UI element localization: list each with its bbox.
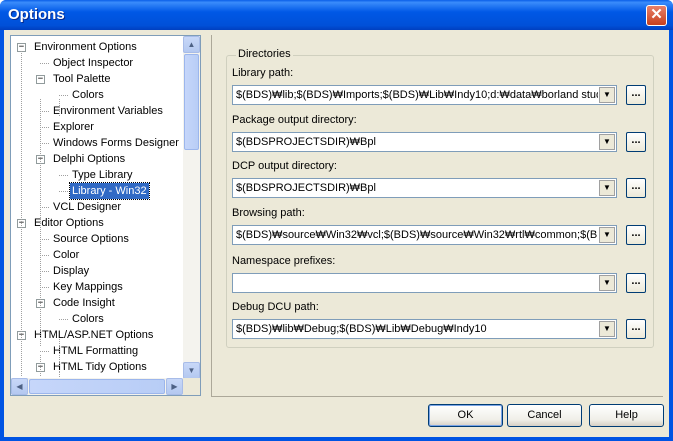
debug-dcu-label: Debug DCU path: bbox=[232, 301, 319, 313]
browsing-path-browse-button[interactable]: ... bbox=[626, 225, 646, 245]
tree-item[interactable]: VCL Designer bbox=[51, 199, 123, 215]
namespace-prefixes-label: Namespace prefixes: bbox=[232, 255, 336, 267]
chevron-down-icon[interactable]: ▼ bbox=[599, 87, 615, 103]
horizontal-scroll-thumb[interactable] bbox=[29, 379, 165, 394]
tree-item[interactable]: Delphi Options bbox=[51, 151, 127, 167]
tree-guide-line bbox=[40, 99, 41, 236]
tree-connector-line bbox=[40, 287, 49, 288]
tree-item[interactable]: Color bbox=[51, 247, 81, 263]
tree-connector-line bbox=[59, 95, 68, 96]
tree-item[interactable]: Tool Palette bbox=[51, 71, 112, 87]
tree-item[interactable]: Display bbox=[51, 263, 91, 279]
directories-group-label: Directories bbox=[236, 48, 293, 60]
debug-dcu-combo[interactable]: $(BDS)₩lib₩Debug;$(BDS)₩Lib₩Debug₩Indy10… bbox=[232, 319, 617, 339]
tree-item[interactable]: Colors bbox=[70, 311, 106, 327]
tree-connector-line bbox=[40, 255, 49, 256]
scroll-right-button[interactable]: ▶ bbox=[166, 378, 183, 395]
library-path-label: Library path: bbox=[232, 67, 294, 79]
tree-connector-line bbox=[59, 319, 68, 320]
scroll-left-button[interactable]: ◀ bbox=[11, 378, 28, 395]
tree-connector-line bbox=[59, 191, 68, 192]
tree-connector-line bbox=[59, 175, 68, 176]
tree-horizontal-scrollbar[interactable]: ◀ ▶ bbox=[11, 378, 183, 395]
ok-button[interactable]: OK bbox=[428, 404, 503, 427]
dcp-output-value[interactable]: $(BDSPROJECTSDIR)₩Bpl bbox=[236, 182, 598, 196]
tree-item[interactable]: Environment Options bbox=[32, 39, 139, 55]
namespace-prefixes-browse-button[interactable]: ... bbox=[626, 273, 646, 293]
tree-item[interactable]: Environment Variables bbox=[51, 103, 165, 119]
chevron-down-icon[interactable]: ▼ bbox=[599, 275, 615, 291]
tree-guide-line bbox=[59, 99, 60, 116]
chevron-down-icon[interactable]: ▼ bbox=[599, 321, 615, 337]
close-button[interactable]: ✕ bbox=[646, 5, 667, 26]
tree-item[interactable]: HTML/ASP.NET Options bbox=[32, 327, 155, 343]
tree-content: − Environment Options Object Inspector − Too… bbox=[11, 36, 183, 379]
tree-guide-line bbox=[40, 355, 41, 376]
package-output-combo[interactable]: $(BDSPROJECTSDIR)₩Bpl ▼ bbox=[232, 132, 617, 152]
debug-dcu-value[interactable]: $(BDS)₩lib₩Debug;$(BDS)₩Lib₩Debug₩Indy10 bbox=[236, 323, 598, 337]
tree-connector-line bbox=[40, 63, 49, 64]
dcp-output-label: DCP output directory: bbox=[232, 160, 337, 172]
title-bar: Options ✕ bbox=[0, 0, 673, 30]
dcp-output-combo[interactable]: $(BDSPROJECTSDIR)₩Bpl ▼ bbox=[232, 178, 617, 198]
browsing-path-label: Browsing path: bbox=[232, 207, 305, 219]
tree-item[interactable]: Object Inspector bbox=[51, 55, 135, 71]
tree-guide-line bbox=[21, 51, 22, 376]
namespace-prefixes-value[interactable] bbox=[236, 277, 598, 291]
tree-item[interactable]: Source Options bbox=[51, 231, 131, 247]
tree-item[interactable]: Type Library bbox=[70, 167, 135, 183]
help-button[interactable]: Help bbox=[589, 404, 664, 427]
dialog-title: Options bbox=[8, 6, 65, 23]
tree-guide-line bbox=[40, 227, 41, 346]
chevron-down-icon[interactable]: ▼ bbox=[599, 227, 615, 243]
tree-connector-line bbox=[40, 111, 49, 112]
package-output-label: Package output directory: bbox=[232, 114, 357, 126]
tree-item[interactable]: HTML Tidy Options bbox=[51, 359, 149, 375]
tree-item[interactable]: Editor Options bbox=[32, 215, 106, 231]
library-path-combo[interactable]: $(BDS)₩lib;$(BDS)₩Imports;$(BDS)₩Lib₩Ind… bbox=[232, 85, 617, 105]
tree-guide-line bbox=[59, 339, 60, 366]
tree-item[interactable]: Colors bbox=[70, 87, 106, 103]
chevron-down-icon[interactable]: ▼ bbox=[599, 180, 615, 196]
library-settings-panel: Directories Library path: $(BDS)₩lib;$(B… bbox=[211, 35, 663, 396]
scroll-up-button[interactable]: ▲ bbox=[183, 36, 200, 53]
dialog-client-area: − Environment Options Object Inspector − Too… bbox=[4, 30, 669, 437]
namespace-prefixes-combo[interactable]: ▼ bbox=[232, 273, 617, 293]
button-divider bbox=[211, 396, 663, 397]
package-output-value[interactable]: $(BDSPROJECTSDIR)₩Bpl bbox=[236, 136, 598, 150]
tree-item[interactable]: Explorer bbox=[51, 119, 96, 135]
tree-connector-line bbox=[40, 351, 49, 352]
tree-item[interactable]: HTML Formatting bbox=[51, 343, 140, 359]
package-output-browse-button[interactable]: ... bbox=[626, 132, 646, 152]
browsing-path-value[interactable]: $(BDS)₩source₩Win32₩vcl;$(BDS)₩source₩Wi… bbox=[236, 229, 598, 243]
tree-vertical-scrollbar[interactable]: ▲ ▼ bbox=[183, 36, 200, 379]
tree-collapse-icon[interactable]: − bbox=[36, 75, 45, 84]
debug-dcu-browse-button[interactable]: ... bbox=[626, 319, 646, 339]
dcp-output-browse-button[interactable]: ... bbox=[626, 178, 646, 198]
tree-item[interactable]: Code Insight bbox=[51, 295, 117, 311]
tree-item[interactable]: Key Mappings bbox=[51, 279, 125, 295]
tree-item[interactable]: Windows Forms Designer bbox=[51, 135, 181, 151]
tree-connector-line bbox=[40, 127, 49, 128]
browsing-path-combo[interactable]: $(BDS)₩source₩Win32₩vcl;$(BDS)₩source₩Wi… bbox=[232, 225, 617, 245]
scroll-corner bbox=[183, 378, 200, 395]
chevron-down-icon[interactable]: ▼ bbox=[599, 134, 615, 150]
vertical-scroll-thumb[interactable] bbox=[184, 54, 199, 150]
tree-item-selected[interactable]: Library - Win32 bbox=[69, 182, 150, 200]
scroll-down-button[interactable]: ▼ bbox=[183, 362, 200, 379]
tree-connector-line bbox=[40, 143, 49, 144]
tree-connector-line bbox=[40, 239, 49, 240]
tree-connector-line bbox=[40, 207, 49, 208]
options-tree[interactable]: − Environment Options Object Inspector − Too… bbox=[10, 35, 201, 396]
tree-connector-line bbox=[40, 271, 49, 272]
options-dialog: Options ✕ − Environment Options Object Ins… bbox=[0, 0, 673, 441]
library-path-value[interactable]: $(BDS)₩lib;$(BDS)₩Imports;$(BDS)₩Lib₩Ind… bbox=[236, 89, 598, 103]
cancel-button[interactable]: Cancel bbox=[507, 404, 582, 427]
library-path-browse-button[interactable]: ... bbox=[626, 85, 646, 105]
